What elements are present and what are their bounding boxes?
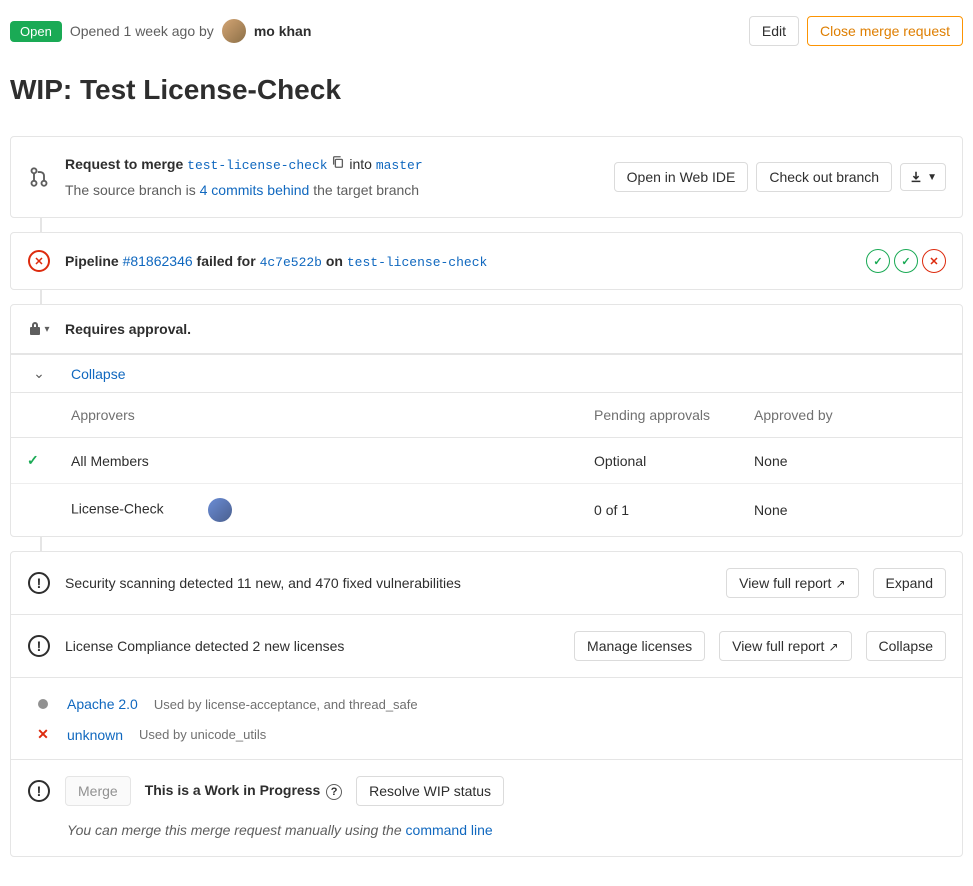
author-name[interactable]: mo khan bbox=[254, 23, 312, 39]
license-name-link[interactable]: Apache 2.0 bbox=[67, 696, 138, 712]
approved-value: None bbox=[738, 484, 962, 537]
external-link-icon: ↗ bbox=[828, 640, 838, 654]
license-item: ✕ unknown Used by unicode_utils bbox=[11, 716, 962, 747]
license-used-by: Used by license-acceptance, and thread_s… bbox=[154, 697, 418, 712]
stage-failed-icon[interactable]: ✕ bbox=[922, 249, 946, 273]
behind-suffix: the target branch bbox=[313, 182, 419, 198]
pipeline-widget: ✕ Pipeline #81862346 failed for 4c7e522b… bbox=[10, 232, 963, 290]
license-item: Apache 2.0 Used by license-acceptance, a… bbox=[11, 686, 962, 716]
merge-actions: Open in Web IDE Check out branch ▼ bbox=[614, 162, 946, 192]
warning-icon: ! bbox=[28, 635, 50, 657]
commits-behind-link[interactable]: 4 commits behind bbox=[200, 182, 310, 198]
mr-header-actions: Edit Close merge request bbox=[749, 16, 963, 46]
denied-status-icon: ✕ bbox=[37, 726, 49, 742]
col-pending: Pending approvals bbox=[578, 393, 738, 438]
approver-name: License-Check bbox=[71, 501, 164, 517]
help-icon[interactable]: ? bbox=[326, 784, 342, 800]
col-approvers: Approvers bbox=[55, 393, 578, 438]
merge-description: Request to merge test-license-check into… bbox=[65, 153, 600, 201]
download-dropdown[interactable]: ▼ bbox=[900, 163, 946, 191]
pipeline-on-text: on bbox=[326, 253, 343, 269]
approval-heading: Requires approval. bbox=[65, 321, 946, 337]
mr-header: Open Opened 1 week ago by mo khan Edit C… bbox=[10, 10, 963, 60]
neutral-status-icon bbox=[38, 699, 48, 709]
mr-header-left: Open Opened 1 week ago by mo khan bbox=[10, 19, 311, 43]
opened-text: Opened 1 week ago by bbox=[70, 23, 214, 39]
manage-licenses-button[interactable]: Manage licenses bbox=[574, 631, 705, 661]
stage-passed-icon[interactable]: ✓ bbox=[894, 249, 918, 273]
approval-table: Approvers Pending approvals Approved by … bbox=[11, 393, 962, 536]
stage-passed-icon[interactable]: ✓ bbox=[866, 249, 890, 273]
behind-prefix: The source branch is bbox=[65, 182, 196, 198]
connector bbox=[40, 537, 42, 551]
pending-value: 0 of 1 bbox=[578, 484, 738, 537]
reports-widget: ! Security scanning detected 11 new, and… bbox=[10, 551, 963, 857]
open-web-ide-button[interactable]: Open in Web IDE bbox=[614, 162, 749, 192]
request-merge-label: Request to merge bbox=[65, 156, 183, 172]
expand-button[interactable]: Expand bbox=[873, 568, 946, 598]
author-avatar[interactable] bbox=[222, 19, 246, 43]
wip-subtext: You can merge this merge request manuall… bbox=[11, 822, 962, 856]
license-list: Apache 2.0 Used by license-acceptance, a… bbox=[11, 678, 962, 760]
into-label: into bbox=[349, 156, 372, 172]
copy-branch-icon[interactable] bbox=[331, 156, 349, 172]
check-icon: ✓ bbox=[27, 452, 39, 468]
pipeline-branch-link[interactable]: test-license-check bbox=[347, 255, 487, 270]
merge-request-icon bbox=[27, 167, 51, 187]
approval-icon: ▾ bbox=[27, 321, 51, 337]
approval-row: ✓ All Members Optional None bbox=[11, 438, 962, 484]
merge-request-widget: Request to merge test-license-check into… bbox=[10, 136, 963, 218]
pipeline-id-link[interactable]: #81862346 bbox=[123, 253, 193, 269]
warning-icon: ! bbox=[28, 572, 50, 594]
wip-row: ! Merge This is a Work in Progress ? Res… bbox=[11, 760, 962, 822]
collapse-link[interactable]: Collapse bbox=[71, 366, 125, 382]
approval-collapse-row[interactable]: ⌄ Collapse bbox=[11, 355, 962, 393]
pipeline-label: Pipeline bbox=[65, 253, 119, 269]
view-full-report-button[interactable]: View full report↗ bbox=[719, 631, 851, 661]
view-full-report-button[interactable]: View full report↗ bbox=[726, 568, 858, 598]
chevron-down-icon: ⌄ bbox=[27, 365, 51, 382]
mr-title: WIP: Test License-Check bbox=[10, 74, 963, 106]
wip-text: This is a Work in Progress ? bbox=[145, 782, 342, 800]
pipeline-stages: ✓ ✓ ✕ bbox=[866, 249, 946, 273]
edit-button[interactable]: Edit bbox=[749, 16, 799, 46]
commit-link[interactable]: 4c7e522b bbox=[260, 255, 322, 270]
approver-avatar[interactable] bbox=[208, 498, 232, 522]
approved-value: None bbox=[738, 438, 962, 484]
external-link-icon: ↗ bbox=[835, 577, 845, 591]
merge-button: Merge bbox=[65, 776, 131, 806]
target-branch-link[interactable]: master bbox=[376, 158, 423, 173]
security-text: Security scanning detected 11 new, and 4… bbox=[65, 575, 712, 591]
approval-row: License-Check 0 of 1 None bbox=[11, 484, 962, 537]
pending-value: Optional bbox=[578, 438, 738, 484]
license-compliance-text: License Compliance detected 2 new licens… bbox=[65, 638, 560, 654]
connector bbox=[40, 218, 42, 232]
approval-widget: ▾ Requires approval. ⌄ Collapse Approver… bbox=[10, 304, 963, 537]
col-approved: Approved by bbox=[738, 393, 962, 438]
collapse-button[interactable]: Collapse bbox=[866, 631, 946, 661]
resolve-wip-button[interactable]: Resolve WIP status bbox=[356, 776, 504, 806]
source-branch-link[interactable]: test-license-check bbox=[187, 158, 327, 173]
pipeline-failed-icon: ✕ bbox=[28, 250, 50, 272]
approver-name: All Members bbox=[55, 438, 578, 484]
checkout-branch-button[interactable]: Check out branch bbox=[756, 162, 892, 192]
license-used-by: Used by unicode_utils bbox=[139, 727, 266, 742]
connector bbox=[40, 290, 42, 304]
status-badge: Open bbox=[10, 21, 62, 42]
license-name-link[interactable]: unknown bbox=[67, 727, 123, 743]
command-line-link[interactable]: command line bbox=[406, 822, 493, 838]
warning-icon: ! bbox=[28, 780, 50, 802]
close-mr-button[interactable]: Close merge request bbox=[807, 16, 963, 46]
pipeline-text: Pipeline #81862346 failed for 4c7e522b o… bbox=[65, 253, 852, 270]
pipeline-failed-text: failed for bbox=[197, 253, 256, 269]
